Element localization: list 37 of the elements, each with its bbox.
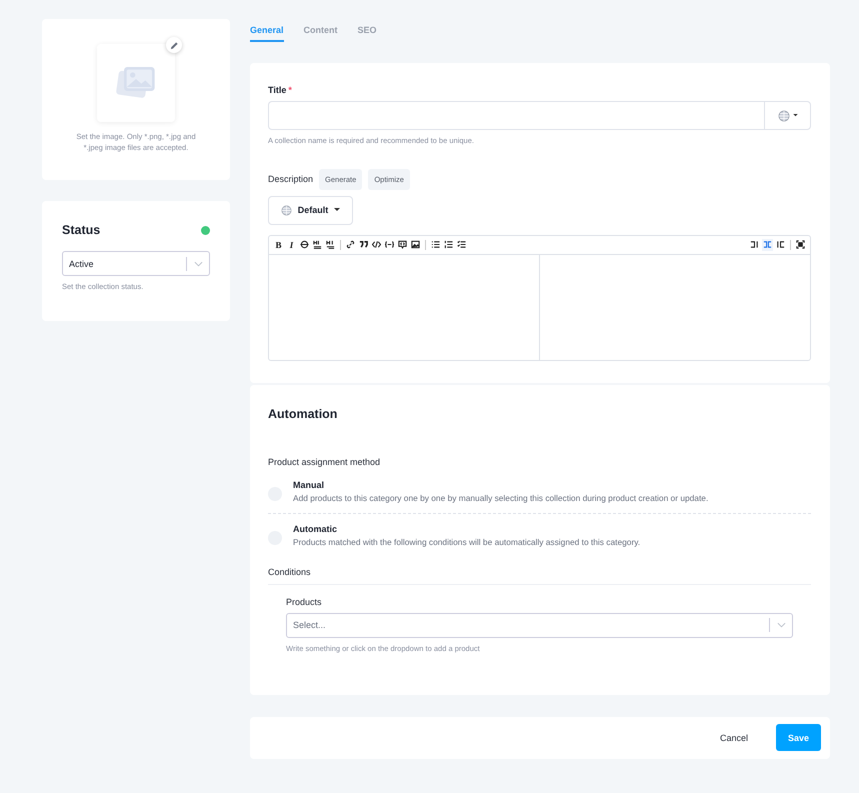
- title-field[interactable]: [268, 101, 764, 130]
- products-select[interactable]: Select...: [286, 612, 793, 638]
- option-label: Automatic: [293, 524, 338, 534]
- globe-icon: [280, 204, 292, 216]
- cancel-button[interactable]: Cancel: [714, 732, 754, 744]
- link-button[interactable]: [345, 238, 356, 251]
- italic-button[interactable]: I: [286, 238, 297, 251]
- pencil-icon: [170, 40, 178, 50]
- method-label: Product assignment method: [268, 456, 382, 467]
- globe-icon: [778, 110, 790, 122]
- automation-title: Automation: [268, 406, 338, 421]
- conditions-label: Conditions: [268, 566, 811, 585]
- split-mode-button[interactable]: [762, 238, 773, 251]
- fullscreen-button[interactable]: [795, 238, 806, 251]
- option-description: Products matched with the following conditions will be automatically assigned to this category.: [293, 536, 640, 547]
- chevron-down-icon: [777, 622, 786, 628]
- image-icon: [116, 65, 156, 101]
- required-mark: *: [288, 85, 292, 95]
- comment-button[interactable]: [397, 238, 408, 251]
- language-dropdown[interactable]: Default: [268, 196, 353, 225]
- status-title: Status: [62, 223, 100, 237]
- title-label: Title: [268, 85, 286, 95]
- caret-icon: [334, 208, 340, 212]
- heading-down-button[interactable]: [325, 238, 336, 251]
- description-label: Description: [268, 174, 314, 184]
- option-description: Add products to this category one by one by manually selecting this collection during product creation or update.: [293, 492, 708, 503]
- image-button[interactable]: [410, 238, 421, 251]
- bold-button[interactable]: B: [273, 238, 284, 251]
- edit-button[interactable]: [166, 37, 182, 53]
- products-label: Products: [286, 596, 323, 607]
- ol-button[interactable]: [443, 238, 454, 251]
- caret-icon: [792, 114, 798, 117]
- status-select[interactable]: Active: [62, 251, 210, 276]
- option-label: Manual: [293, 480, 326, 490]
- chevron-down-icon: [194, 260, 203, 266]
- heading-up-button[interactable]: [312, 238, 323, 251]
- strike-button[interactable]: [299, 238, 310, 251]
